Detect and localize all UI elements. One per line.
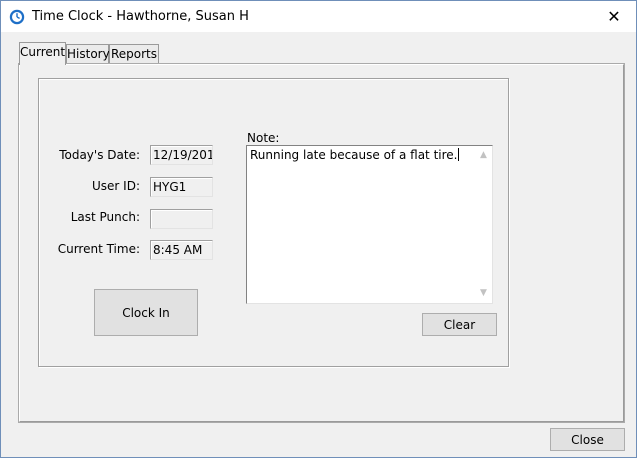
user-id-field: HYG1 bbox=[150, 177, 213, 197]
note-textarea[interactable]: Running late because of a flat tire. ▲ ▼ bbox=[246, 145, 493, 304]
last-punch-field bbox=[150, 209, 213, 229]
user-id-label: User ID: bbox=[92, 179, 140, 193]
text-caret bbox=[458, 148, 460, 161]
current-time-label: Current Time: bbox=[57, 242, 140, 256]
current-time-field: 8:45 AM bbox=[150, 240, 213, 260]
time-clock-window: Time Clock - Hawthorne, Susan H ✕ Curren… bbox=[0, 0, 637, 458]
todays-date-field: 12/19/2018 bbox=[150, 145, 213, 165]
close-button[interactable]: Close bbox=[550, 428, 625, 451]
note-scrollbar[interactable]: ▲ ▼ bbox=[475, 146, 492, 303]
clear-button[interactable]: Clear bbox=[422, 313, 497, 336]
note-text: Running late because of a flat tire. bbox=[250, 148, 460, 162]
scroll-down-arrow-icon[interactable]: ▼ bbox=[475, 285, 492, 302]
last-punch-label: Last Punch: bbox=[70, 210, 140, 224]
tab-content: Today's Date: 12/19/2018 User ID: HYG1 L… bbox=[1, 1, 636, 457]
scroll-up-arrow-icon[interactable]: ▲ bbox=[475, 147, 492, 164]
clock-in-button[interactable]: Clock In bbox=[94, 289, 198, 336]
note-label: Note: bbox=[247, 131, 280, 145]
todays-date-label: Today's Date: bbox=[59, 148, 140, 162]
